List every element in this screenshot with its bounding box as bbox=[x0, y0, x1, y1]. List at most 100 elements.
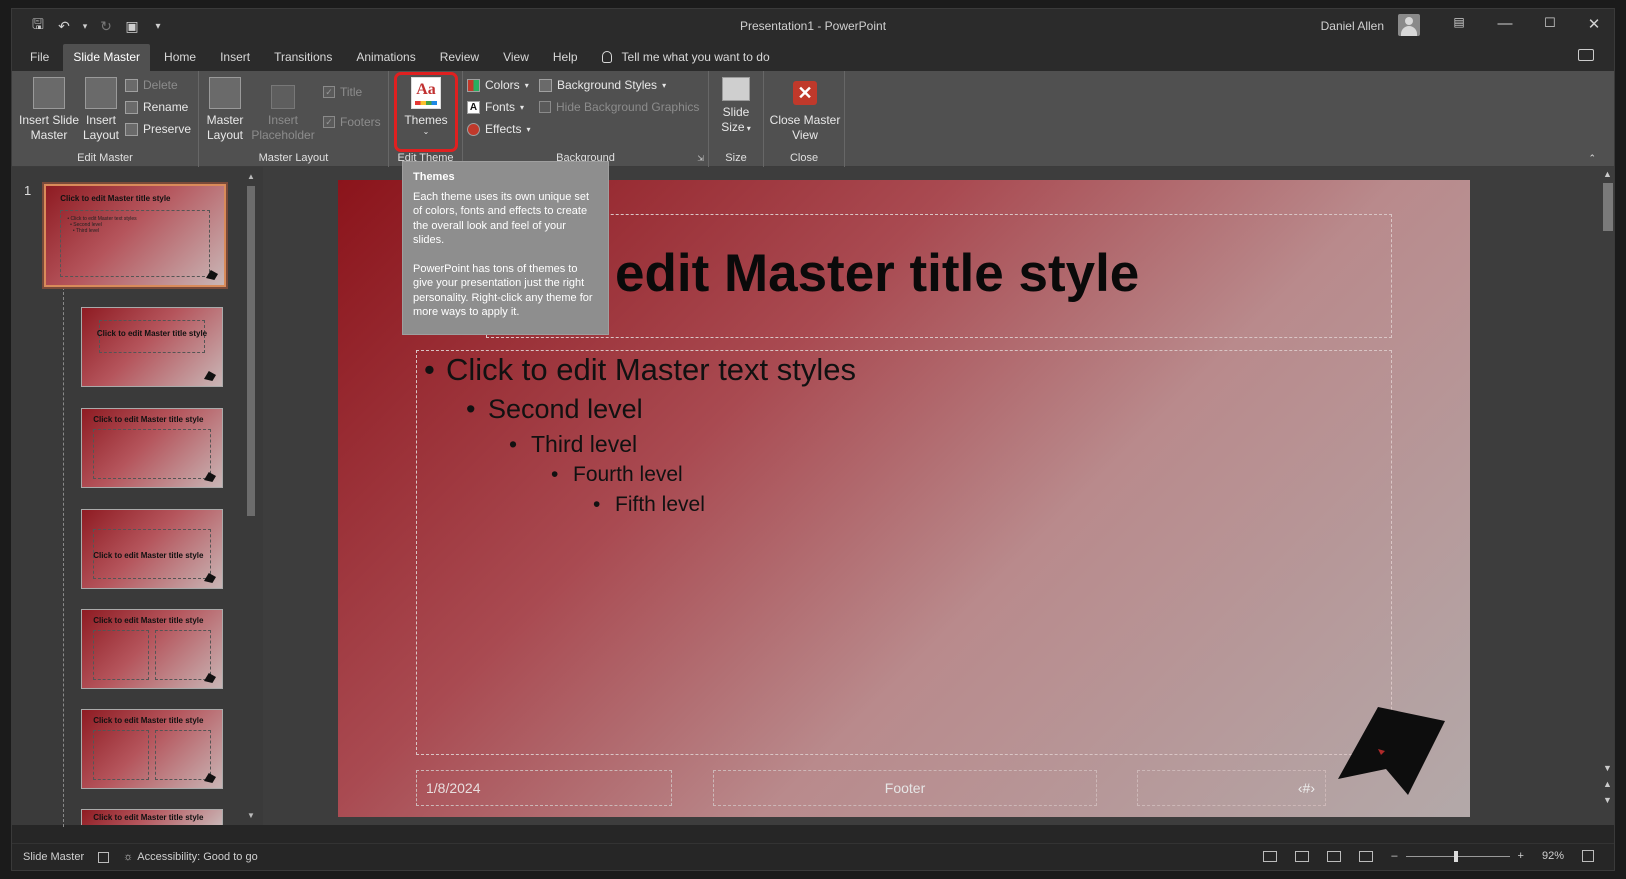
themes-tooltip: Themes Each theme uses its own unique se… bbox=[402, 161, 609, 335]
scroll-up-icon[interactable]: ▲ bbox=[1599, 169, 1614, 179]
insert-layout-icon bbox=[85, 77, 117, 109]
layout-connector bbox=[63, 287, 64, 827]
thumbnail-layout[interactable]: Click to edit Master title style bbox=[81, 609, 223, 689]
text-level-2[interactable]: Second level bbox=[466, 394, 643, 425]
text-level-5[interactable]: Fifth level bbox=[593, 493, 705, 517]
themes-highlight-box bbox=[394, 72, 458, 152]
tab-animations[interactable]: Animations bbox=[346, 44, 425, 71]
fonts-icon: A bbox=[467, 100, 480, 114]
android-police-logo-icon bbox=[1338, 707, 1445, 795]
tell-me-search[interactable]: Tell me what you want to do bbox=[592, 44, 780, 71]
normal-view-icon[interactable] bbox=[1263, 850, 1278, 862]
insert-layout-button[interactable]: Insert Layout bbox=[80, 77, 122, 143]
reading-view-icon[interactable] bbox=[1327, 850, 1342, 862]
text-level-1[interactable]: Click to edit Master text styles bbox=[424, 352, 856, 388]
thumbnail-layout[interactable]: Click to edit Master title style bbox=[81, 809, 223, 825]
thumbnail-layout[interactable]: Click to edit Master title style bbox=[81, 709, 223, 789]
scroll-up-icon[interactable]: ▲ bbox=[245, 172, 257, 181]
zoom-knob[interactable] bbox=[1453, 850, 1458, 862]
close-icon[interactable]: ✕ bbox=[1582, 15, 1606, 33]
zoom-level[interactable]: 92% bbox=[1542, 850, 1564, 862]
thumbnail-layout[interactable]: Click to edit Master title style bbox=[81, 307, 223, 387]
close-master-view-button[interactable]: ✕ Close Master View bbox=[768, 77, 842, 143]
fonts-button[interactable]: A Fonts ▾ bbox=[467, 100, 524, 114]
tell-me-text: Tell me what you want to do bbox=[621, 50, 770, 64]
insert-placeholder-button[interactable]: Insert Placeholder bbox=[246, 85, 320, 143]
group-background: Colors ▾ A Fonts ▾ Effects ▾ Background Styl… bbox=[463, 71, 709, 167]
footer-placeholder[interactable]: Footer bbox=[713, 770, 1097, 806]
footers-checkbox[interactable]: ✓ Footers bbox=[323, 115, 381, 129]
scrollbar-thumb[interactable] bbox=[247, 186, 255, 516]
tab-help[interactable]: Help bbox=[543, 44, 588, 71]
effects-button[interactable]: Effects ▾ bbox=[467, 122, 530, 136]
dialog-launcher-icon[interactable]: ⇲ bbox=[697, 154, 704, 163]
slide-thumbnail-pane: 1 Click to edit Master title style • Cli… bbox=[12, 167, 263, 827]
delete-button[interactable]: Delete bbox=[125, 78, 178, 92]
tab-file[interactable]: File bbox=[20, 44, 59, 71]
chevron-down-icon: ▾ bbox=[744, 124, 751, 133]
tab-slide-master[interactable]: Slide Master bbox=[63, 44, 151, 71]
maximize-icon[interactable]: ☐ bbox=[1538, 15, 1562, 31]
zoom-in-icon[interactable]: + bbox=[1518, 850, 1524, 862]
thumbnail-scrollbar[interactable]: ▲ ▼ bbox=[245, 172, 257, 820]
slide-number-placeholder[interactable]: ‹#› bbox=[1137, 770, 1326, 806]
tab-insert[interactable]: Insert bbox=[210, 44, 260, 71]
thumbnail-layout[interactable]: Click to edit Master title style bbox=[81, 408, 223, 488]
text-level-4[interactable]: Fourth level bbox=[551, 463, 683, 487]
close-x-icon: ✕ bbox=[793, 81, 817, 105]
background-styles-icon bbox=[539, 78, 552, 92]
thumbnail-layout[interactable]: Click to edit Master title style bbox=[81, 509, 223, 589]
accessibility-status[interactable]: ☼ Accessibility: Good to go bbox=[123, 851, 258, 863]
minimize-icon[interactable]: — bbox=[1493, 15, 1517, 32]
view-name: Slide Master bbox=[23, 851, 85, 863]
title-bar: 🖫 ↶ ▾ ↻ ▣ ▾ Presentation1 - PowerPoint D… bbox=[12, 9, 1614, 43]
ribbon-display-icon[interactable]: ▤ bbox=[1447, 15, 1471, 29]
rename-icon bbox=[125, 100, 138, 114]
scrollbar-thumb[interactable] bbox=[1603, 183, 1613, 231]
preserve-button[interactable]: Preserve bbox=[125, 122, 191, 136]
hide-background-graphics-checkbox[interactable]: Hide Background Graphics bbox=[539, 100, 699, 114]
delete-icon bbox=[125, 78, 138, 92]
effects-icon bbox=[467, 122, 480, 136]
title-checkbox[interactable]: ✓ Title bbox=[323, 85, 362, 99]
text-level-3[interactable]: Third level bbox=[509, 431, 637, 458]
ribbon: Insert Slide Master Insert Layout Delete… bbox=[12, 71, 1614, 167]
tooltip-text: PowerPoint has tons of themes to give yo… bbox=[413, 262, 593, 319]
group-label: Close bbox=[789, 152, 819, 164]
collapse-ribbon-icon[interactable]: ⌃ bbox=[1588, 153, 1596, 164]
master-layout-button[interactable]: Master Layout bbox=[204, 77, 246, 143]
avatar[interactable] bbox=[1398, 14, 1420, 36]
tab-transitions[interactable]: Transitions bbox=[264, 44, 342, 71]
slide-sorter-icon[interactable] bbox=[1295, 850, 1310, 862]
insert-placeholder-icon bbox=[271, 85, 295, 109]
zoom-out-icon[interactable]: – bbox=[1391, 850, 1397, 862]
chevron-down-icon: ▾ bbox=[526, 124, 531, 134]
zoom-slider[interactable]: – + bbox=[1391, 850, 1524, 862]
scroll-down-icon[interactable]: ▼ bbox=[245, 811, 257, 820]
group-edit-master: Insert Slide Master Insert Layout Delete… bbox=[12, 71, 199, 167]
user-name[interactable]: Daniel Allen bbox=[1321, 19, 1384, 33]
background-styles-button[interactable]: Background Styles ▾ bbox=[539, 78, 666, 92]
fit-to-window-icon[interactable] bbox=[1582, 850, 1594, 862]
lightbulb-icon bbox=[601, 51, 612, 63]
slide-scrollbar[interactable]: ▲ ▼ ▲ ▼ bbox=[1599, 167, 1614, 825]
thumbnail-slide-master[interactable]: Click to edit Master title style • Click… bbox=[44, 184, 226, 287]
insert-slide-master-button[interactable]: Insert Slide Master bbox=[18, 77, 80, 143]
comments-icon[interactable] bbox=[1578, 49, 1594, 61]
tab-view[interactable]: View bbox=[493, 44, 539, 71]
slide-title[interactable]: edit Master title style bbox=[615, 243, 1139, 304]
slideshow-icon[interactable] bbox=[1359, 850, 1374, 862]
previous-slide-icon[interactable]: ▲ bbox=[1599, 779, 1614, 789]
insert-slide-master-icon bbox=[33, 77, 65, 109]
slide-size-button[interactable]: Slide Size ▾ bbox=[715, 77, 757, 136]
tab-home[interactable]: Home bbox=[154, 44, 206, 71]
tab-review[interactable]: Review bbox=[430, 44, 489, 71]
date-placeholder[interactable]: 1/8/2024 bbox=[416, 770, 672, 806]
colors-button[interactable]: Colors ▾ bbox=[467, 78, 529, 92]
rename-button[interactable]: Rename bbox=[125, 100, 188, 114]
preserve-icon bbox=[125, 122, 138, 136]
scroll-down-icon[interactable]: ▼ bbox=[1599, 763, 1614, 773]
spelling-icon[interactable] bbox=[98, 851, 110, 863]
next-slide-icon[interactable]: ▼ bbox=[1599, 795, 1614, 805]
group-master-layout: Master Layout Insert Placeholder ✓ Title … bbox=[199, 71, 389, 167]
